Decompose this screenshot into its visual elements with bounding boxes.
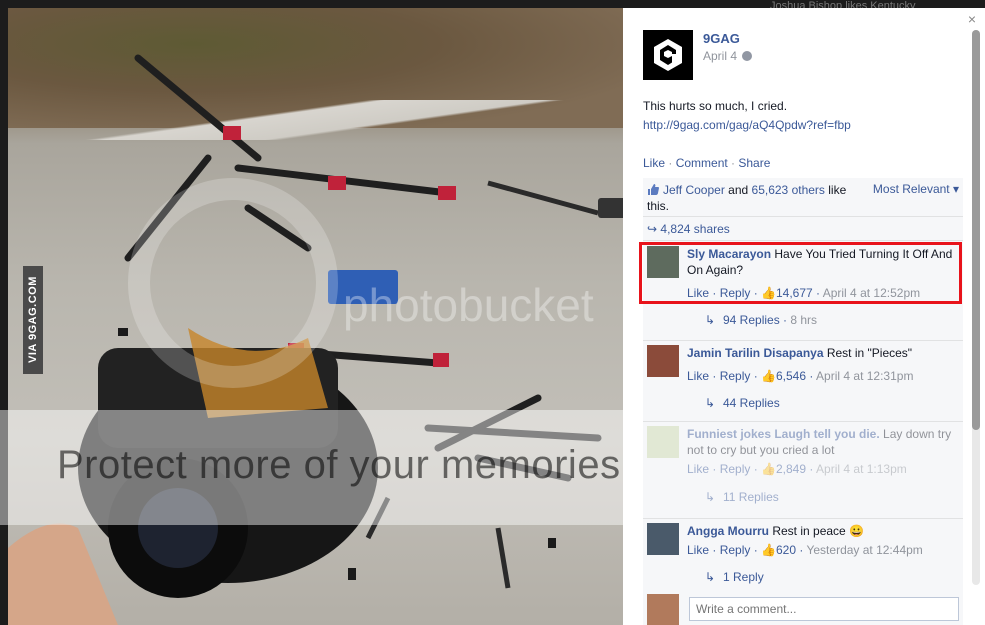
comment-timestamp[interactable]: April 4 at 12:31pm bbox=[816, 369, 913, 383]
comment-like-link[interactable]: Like bbox=[687, 462, 709, 476]
thumbs-up-icon: 👍 bbox=[761, 462, 776, 476]
via-9gag-badge: VIA 9GAG.COM bbox=[23, 266, 43, 374]
sort-label[interactable]: Most Relevant bbox=[873, 182, 950, 196]
scrollbar-thumb[interactable] bbox=[972, 30, 980, 430]
comment-timestamp[interactable]: Yesterday at 12:44pm bbox=[806, 543, 922, 557]
thumbs-up-icon: 👍 bbox=[761, 543, 776, 557]
comment-meta: Like · Reply · 👍2,849 · April 4 at 1:13p… bbox=[687, 462, 907, 476]
replies-count[interactable]: 94 Replies bbox=[723, 313, 780, 327]
pane-scrollbar[interactable] bbox=[972, 30, 980, 585]
reply-arrow-icon: ↳ bbox=[705, 490, 716, 504]
comment-text: Rest in "Pieces" bbox=[826, 346, 913, 360]
comment-meta: Like · Reply · 👍620 · Yesterday at 12:44… bbox=[687, 543, 923, 557]
comment-item: Funniest jokes Laugh tell you die. Lay d… bbox=[643, 422, 963, 518]
replies-time: 8 hrs bbox=[790, 313, 818, 327]
replies-link[interactable]: ↳ 1 Reply bbox=[705, 570, 764, 584]
comment-body: Jamin Tarilin Disapanya Rest in "Pieces" bbox=[687, 345, 959, 361]
thumbs-up-icon bbox=[648, 184, 659, 195]
post-actions: Like · Comment · Share bbox=[643, 156, 770, 170]
replies-link[interactable]: ↳ 44 Replies bbox=[705, 396, 780, 410]
comment-author[interactable]: Jamin Tarilin Disapanya bbox=[687, 346, 824, 360]
commenter-avatar[interactable] bbox=[647, 345, 679, 377]
post-link[interactable]: http://9gag.com/gag/aQ4Qpdw?ref=fbp bbox=[643, 118, 851, 132]
shares-row[interactable]: ↪ 4,824 shares bbox=[647, 222, 730, 236]
commenter-avatar[interactable] bbox=[647, 523, 679, 555]
thumbs-up-icon: 👍 bbox=[761, 369, 776, 383]
comment-meta: Like · Reply · 👍6,546 · April 4 at 12:31… bbox=[687, 369, 914, 383]
watermark-logo: photobucket bbox=[343, 279, 594, 331]
share-arrow-icon: ↪ bbox=[647, 222, 658, 236]
post-date-text[interactable]: April 4 bbox=[703, 49, 737, 63]
comment-author[interactable]: Funniest jokes Laugh tell you die. bbox=[687, 427, 880, 441]
photo-viewer: Joshua Bishop likes Kentucky photobucket… bbox=[0, 0, 985, 625]
like-sentence: Jeff Cooper and 65,623 others like this. bbox=[647, 182, 867, 214]
write-comment-input[interactable] bbox=[689, 597, 959, 621]
actions-separator: · bbox=[727, 156, 739, 170]
post-photo[interactable]: photobucket VIA 9GAG.COM bbox=[8, 8, 623, 625]
comment-like-count[interactable]: 2,849 bbox=[776, 462, 806, 476]
replies-count[interactable]: 11 Replies bbox=[723, 490, 779, 504]
comment-action[interactable]: Comment bbox=[676, 156, 728, 170]
replies-link[interactable]: ↳ 11 Replies bbox=[705, 490, 779, 504]
page-name-link[interactable]: 9GAG bbox=[703, 31, 740, 46]
close-icon[interactable]: × bbox=[968, 11, 976, 27]
reply-arrow-icon: ↳ bbox=[705, 313, 716, 327]
comment-text: Rest in peace bbox=[772, 524, 846, 538]
reply-arrow-icon: ↳ bbox=[705, 570, 716, 584]
comment-like-link[interactable]: Like bbox=[687, 369, 709, 383]
comment-reply-link[interactable]: Reply bbox=[720, 543, 751, 557]
commenter-avatar[interactable] bbox=[647, 426, 679, 458]
comment-body: Angga Mourru Rest in peace 😀 bbox=[687, 523, 959, 539]
reply-arrow-icon: ↳ bbox=[705, 396, 716, 410]
comment-reply-link[interactable]: Reply bbox=[720, 462, 751, 476]
current-user-avatar bbox=[647, 594, 679, 625]
page-avatar[interactable] bbox=[643, 30, 693, 80]
liker-name[interactable]: Jeff Cooper bbox=[663, 183, 725, 197]
like-sentence-and: and bbox=[724, 183, 752, 197]
comment-like-count[interactable]: 6,546 bbox=[776, 369, 806, 383]
highlight-annotation-box bbox=[639, 242, 962, 304]
post-date[interactable]: April 4 bbox=[703, 49, 753, 63]
share-action[interactable]: Share bbox=[738, 156, 770, 170]
divider bbox=[643, 216, 963, 217]
shares-count[interactable]: 4,824 shares bbox=[660, 222, 729, 236]
comment-body: Funniest jokes Laugh tell you die. Lay d… bbox=[687, 426, 959, 458]
comment-like-link[interactable]: Like bbox=[687, 543, 709, 557]
comment-like-count[interactable]: 620 bbox=[776, 543, 796, 557]
comment-reply-link[interactable]: Reply bbox=[720, 369, 751, 383]
post-caption: This hurts so much, I cried. bbox=[643, 99, 788, 113]
9gag-logo-icon bbox=[654, 39, 682, 71]
comment-author[interactable]: Angga Mourru bbox=[687, 524, 769, 538]
write-comment-row bbox=[643, 586, 963, 625]
replies-link[interactable]: ↳ 94 Replies · 8 hrs bbox=[705, 313, 817, 327]
likers-others-link[interactable]: 65,623 others bbox=[752, 183, 825, 197]
divider bbox=[643, 240, 963, 241]
smile-emoji-icon: 😀 bbox=[849, 524, 865, 538]
comment-item: Jamin Tarilin Disapanya Rest in "Pieces"… bbox=[643, 341, 963, 421]
watermark-ring bbox=[128, 178, 338, 388]
post-details-pane: × 9GAG April 4 This hurts so much, I cri… bbox=[623, 8, 985, 625]
globe-icon bbox=[742, 51, 753, 61]
replies-count[interactable]: 1 Reply bbox=[723, 570, 764, 584]
like-action[interactable]: Like bbox=[643, 156, 665, 170]
caret-down-icon: ▾ bbox=[952, 182, 959, 196]
replies-count[interactable]: 44 Replies bbox=[723, 396, 780, 410]
actions-separator: · bbox=[665, 156, 676, 170]
sort-dropdown[interactable]: Most Relevant ▾ bbox=[873, 182, 959, 196]
comment-timestamp[interactable]: April 4 at 1:13pm bbox=[816, 462, 907, 476]
